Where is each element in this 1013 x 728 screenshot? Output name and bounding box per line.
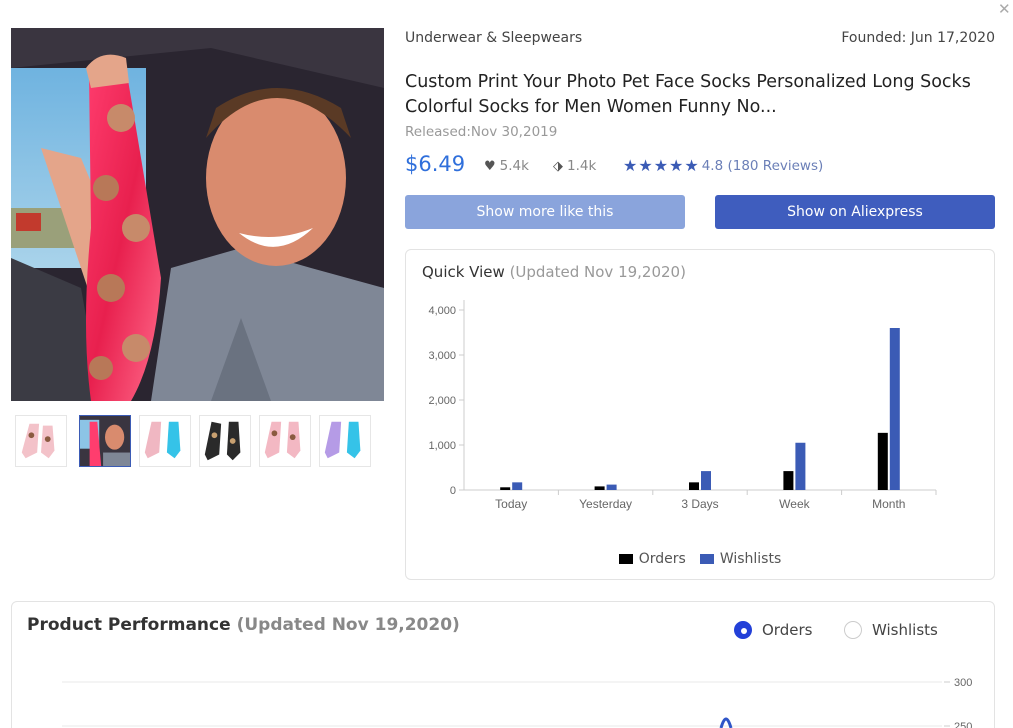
bar-wishlists (606, 484, 617, 490)
y-tick-label: 2,000 (428, 395, 456, 407)
radio-wishlists-label: Wishlists (872, 621, 938, 639)
rating-text: 4.8 (180 Reviews) (701, 157, 824, 174)
quick-view-label: Quick View (422, 263, 505, 281)
quick-view-panel: Quick View (Updated Nov 19,2020) 0 1,000 2… (405, 249, 995, 580)
x-tick-label: Yesterday (579, 497, 632, 511)
quick-view-updated: (Updated Nov 19,2020) (509, 263, 686, 281)
radio-orders[interactable]: Orders (734, 621, 812, 639)
show-more-like-this-button[interactable]: Show more like this (405, 195, 685, 229)
heart-icon: ♥ (484, 158, 496, 174)
star-icon: ★ (623, 156, 638, 175)
legend-swatch (699, 554, 714, 564)
product-main-image (11, 28, 384, 401)
likes-count: 5.4k (499, 158, 529, 174)
radio-orders-label: Orders (762, 621, 813, 639)
tags-count: 1.4k (567, 158, 597, 174)
y-tick-label: 300 (954, 677, 972, 689)
star-icon: ★ (653, 156, 669, 175)
bar-orders (877, 432, 888, 490)
thumbnail[interactable] (259, 415, 311, 467)
legend-wishlists-label: Wishlists (719, 551, 782, 567)
tags-stat: ⬗ 1.4k (553, 158, 596, 174)
likes-stat: ♥ 5.4k (484, 158, 529, 174)
bar-wishlists (889, 328, 900, 490)
rating-stars: ★ ★ ★ ★ ★ 4.8 (180 Reviews) (623, 156, 823, 175)
legend-orders[interactable]: Orders (618, 551, 686, 567)
star-icon: ★ (669, 156, 684, 175)
x-tick-label: Week (779, 497, 810, 511)
y-tick-label: 3,000 (428, 350, 456, 362)
show-on-aliexpress-button[interactable]: Show on Aliexpress (715, 195, 995, 229)
y-tick-label: 4,000 (428, 305, 456, 317)
bar-wishlists (701, 471, 711, 490)
category-label[interactable]: Underwear & Sleepwears (405, 30, 582, 46)
bar-orders (689, 482, 699, 490)
thumbnail[interactable] (15, 415, 67, 467)
bar-wishlists (795, 442, 806, 490)
product-title: Custom Print Your Photo Pet Face Socks P… (405, 72, 971, 117)
thumbnail[interactable] (199, 415, 251, 467)
thumbnail-strip (15, 415, 375, 467)
radio-dot[interactable] (844, 621, 862, 639)
legend-swatch (618, 554, 633, 564)
bar-orders (783, 471, 794, 490)
released-date: Released:Nov 30,2019 (405, 124, 558, 140)
y-tick-label: 250 (954, 721, 972, 728)
radio-dot-selected[interactable] (734, 621, 752, 639)
performance-line-chart: 300 250 (62, 677, 972, 728)
performance-label: Product Performance (27, 615, 231, 635)
bar-orders (500, 487, 511, 490)
thumbnail[interactable] (319, 415, 371, 467)
tag-icon: ⬗ (553, 158, 563, 174)
performance-title: Product Performance (Updated Nov 19,2020… (27, 615, 460, 635)
radio-wishlists[interactable]: Wishlists (844, 621, 938, 639)
thumbnail[interactable] (139, 415, 191, 467)
x-tick-label: Month (872, 497, 905, 511)
product-price: $6.49 (405, 152, 466, 176)
product-performance-panel: Product Performance (Updated Nov 19,2020… (11, 601, 995, 728)
bar-orders (594, 486, 605, 490)
close-icon[interactable]: ✕ (998, 2, 1011, 17)
legend-wishlists[interactable]: Wishlists (699, 551, 782, 567)
bar-wishlists (512, 482, 523, 490)
x-tick-label: 3 Days (681, 497, 718, 511)
quick-view-title: Quick View (Updated Nov 19,2020) (422, 263, 686, 281)
star-icon: ★ (684, 156, 699, 175)
founded-date: Founded: Jun 17,2020 (841, 30, 995, 46)
legend-orders-label: Orders (638, 551, 686, 567)
star-icon: ★ (638, 156, 653, 175)
y-tick-label: 0 (450, 485, 456, 497)
quick-view-bar-chart: 0 1,000 2,000 3,000 4,000 Today Yesterday 3 Day… (428, 300, 937, 511)
performance-updated: (Updated Nov 19,2020) (236, 615, 460, 635)
series-marker (719, 717, 733, 728)
thumbnail-selected[interactable] (79, 415, 131, 467)
x-tick-label: Today (495, 497, 527, 511)
y-tick-label: 1,000 (428, 440, 456, 452)
chart-legend: Orders Wishlists (406, 551, 994, 567)
